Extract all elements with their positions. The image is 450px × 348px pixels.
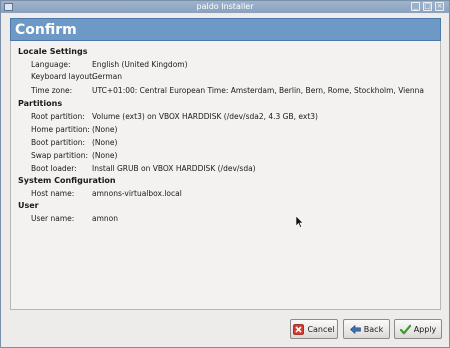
window-title: paldo Installer — [196, 2, 254, 11]
summary-panel: Locale Settings Language: English (Unite… — [10, 41, 441, 310]
boot-loader-value: Install GRUB on VBOX HARDDISK (/dev/sda) — [92, 164, 256, 173]
section-locale-title: Locale Settings — [18, 47, 88, 56]
boot-partition-label: Boot partition: — [31, 138, 86, 147]
back-label: Back — [363, 324, 384, 334]
user-name-label: User name: — [31, 214, 75, 223]
checkmark-icon — [399, 324, 411, 334]
section-partitions-title: Partitions — [18, 99, 63, 108]
language-label: Language: — [31, 60, 71, 69]
user-name-value: amnon — [92, 214, 118, 223]
installer-window: paldo Installer _ □ × Confirm Locale Set… — [0, 0, 450, 348]
root-partition-label: Root partition: — [31, 112, 85, 121]
host-name-label: Host name: — [31, 189, 75, 198]
swap-partition-label: Swap partition: — [31, 151, 88, 160]
cancel-icon — [293, 323, 305, 335]
cancel-label: Cancel — [307, 324, 335, 334]
keyboard-label: Keyboard layout: — [31, 72, 95, 81]
page-title: Confirm — [15, 22, 77, 38]
minimize-icon[interactable]: _ — [411, 2, 420, 11]
timezone-label: Time zone: — [31, 86, 73, 95]
title-bar[interactable]: paldo Installer _ □ × — [1, 1, 449, 13]
timezone-value: UTC+01:00: Central European Time: Amster… — [92, 86, 424, 95]
apply-button[interactable]: Apply — [394, 319, 442, 339]
home-partition-value: (None) — [92, 125, 118, 134]
page-banner: Confirm — [10, 18, 441, 41]
section-system-title: System Configuration — [18, 176, 116, 185]
cancel-button[interactable]: Cancel — [290, 319, 338, 339]
root-partition-value: Volume (ext3) on VBOX HARDDISK (/dev/sda… — [92, 112, 318, 121]
apply-label: Apply — [413, 324, 437, 334]
mouse-cursor-icon — [296, 216, 304, 228]
close-icon[interactable]: × — [435, 2, 444, 11]
section-user-title: User — [18, 201, 39, 210]
swap-partition-value: (None) — [92, 151, 118, 160]
maximize-icon[interactable]: □ — [423, 2, 432, 11]
host-name-value: amnons-virtualbox.local — [92, 189, 182, 198]
boot-loader-label: Boot loader: — [31, 164, 77, 173]
keyboard-value: German — [92, 72, 123, 81]
language-value: English (United Kingdom) — [92, 60, 188, 69]
back-button[interactable]: Back — [343, 319, 390, 339]
boot-partition-value: (None) — [92, 138, 118, 147]
back-arrow-icon — [349, 324, 361, 334]
home-partition-label: Home partition: — [31, 125, 90, 134]
